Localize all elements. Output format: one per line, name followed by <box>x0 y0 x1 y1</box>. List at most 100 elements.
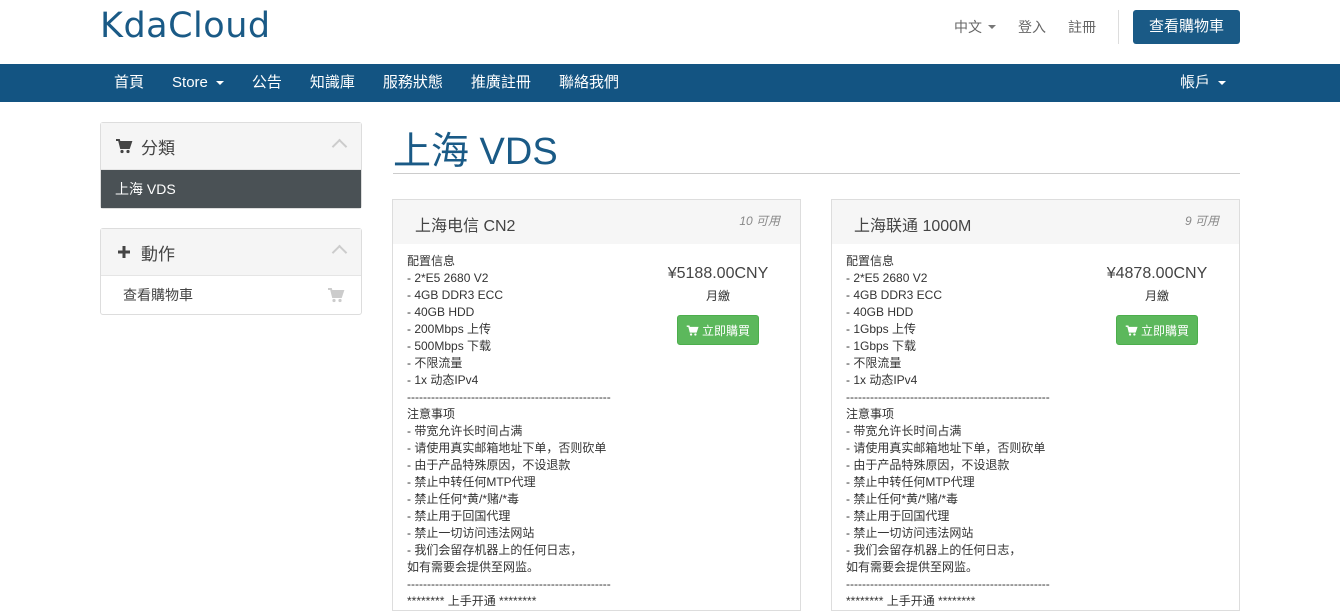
product-availability: 9 可用 <box>1184 214 1219 228</box>
description-line: - 请使用真实邮箱地址下单，否则砍单 <box>407 441 607 455</box>
language-label: 中文 <box>953 19 982 35</box>
categories-panel-title: 分類 <box>141 138 175 158</box>
description-line: - 40GB HDD <box>846 305 914 319</box>
shopping-cart-icon <box>116 139 133 154</box>
header-links: 中文 登入 註冊 查看購物車 <box>932 10 1240 44</box>
nav-item-account[interactable]: 帳戶 <box>1166 64 1240 102</box>
product-price: ¥4878.00CNY <box>1106 265 1208 282</box>
product-header: 上海联通 1000M 9 可用 <box>832 200 1239 244</box>
description-line: - 4GB DDR3 ECC <box>846 288 943 302</box>
category-item-shanghai-vds[interactable]: 上海 VDS <box>101 170 361 208</box>
plus-icon <box>118 246 130 258</box>
description-line: ******** 上手开通 ******** <box>407 594 537 608</box>
product-card: 上海电信 CN2 10 可用 配置信息 - 2*E5 2680 V2 - 4GB D… <box>392 199 801 611</box>
billing-cycle: 月繳 <box>1144 289 1169 303</box>
description-line: - 禁止用于回国代理 <box>407 509 511 523</box>
description-line: - 禁止任何*黄/*赌/*毒 <box>846 492 959 506</box>
description-line: ----------------------------------------… <box>846 577 1050 591</box>
nav-item-affiliates[interactable]: 推廣註冊 <box>457 64 545 102</box>
order-now-button[interactable]: 立即購買 <box>676 315 759 345</box>
description-line: ******** 上手开通 ******** <box>846 594 976 608</box>
chevron-up-icon[interactable] <box>331 244 348 261</box>
order-now-label: 立即購買 <box>701 323 750 338</box>
product-description: 配置信息 - 2*E5 2680 V2 - 4GB DDR3 ECC - 40GB H… <box>407 253 657 610</box>
billing-cycle: 月繳 <box>705 289 730 303</box>
description-line: - 禁止中转任何MTP代理 <box>846 475 975 489</box>
description-line: - 带宽允许长时间占满 <box>846 424 962 438</box>
description-line: 如有需要会提供至网监。 <box>846 560 979 574</box>
order-now-button[interactable]: 立即購買 <box>1115 315 1198 345</box>
description-line: - 禁止中转任何MTP代理 <box>407 475 536 489</box>
site-header: KdaCloud 中文 登入 註冊 查看購物車 <box>0 0 1340 64</box>
description-line: - 200Mbps 上传 <box>407 322 492 336</box>
description-line: - 2*E5 2680 V2 <box>846 271 928 285</box>
description-line: - 1Gbps 上传 <box>846 322 917 336</box>
actions-panel-header[interactable]: 動作 <box>101 229 361 276</box>
description-line: - 禁止一切访问违法网站 <box>407 526 535 540</box>
description-line: - 由于产品特殊原因，不设退款 <box>846 458 1010 472</box>
action-view-cart-label: 查看購物車 <box>123 287 193 303</box>
description-line: 配置信息 <box>846 254 895 268</box>
description-line: 配置信息 <box>407 254 456 268</box>
description-line: - 4GB DDR3 ECC <box>407 288 504 302</box>
product-price: ¥5188.00CNY <box>667 265 769 282</box>
product-header: 上海电信 CN2 10 可用 <box>393 200 800 244</box>
actions-panel: 動作 查看購物車 <box>100 228 362 315</box>
register-link[interactable]: 註冊 <box>1068 17 1096 37</box>
description-line: ----------------------------------------… <box>846 390 1050 404</box>
description-line: - 1x 动态IPv4 <box>846 373 918 387</box>
shopping-cart-icon <box>686 324 699 336</box>
shopping-cart-icon <box>1125 324 1138 336</box>
product-pricing: ¥5188.00CNY 月繳 立即購買 <box>655 265 781 345</box>
categories-panel: 分類 上海 VDS <box>100 122 362 209</box>
login-link[interactable]: 登入 <box>1018 17 1046 37</box>
description-line: - 我们会留存机器上的任何日志， <box>846 543 1022 557</box>
description-line: - 由于产品特殊原因，不设退款 <box>407 458 571 472</box>
caret-down-icon <box>215 81 224 85</box>
description-line: - 请使用真实邮箱地址下单，否则砍单 <box>846 441 1046 455</box>
language-dropdown[interactable]: 中文 <box>954 17 996 37</box>
product-description: 配置信息 - 2*E5 2680 V2 - 4GB DDR3 ECC - 40GB H… <box>846 253 1096 610</box>
description-line: - 40GB HDD <box>407 305 475 319</box>
description-line: 注意事项 <box>846 407 895 421</box>
description-line: 如有需要会提供至网监。 <box>407 560 540 574</box>
description-line: - 禁止用于回国代理 <box>846 509 950 523</box>
product-name: 上海电信 CN2 <box>415 218 516 235</box>
nav-item-contact[interactable]: 聯絡我們 <box>545 64 633 102</box>
product-card: 上海联通 1000M 9 可用 配置信息 - 2*E5 2680 V2 - 4GB … <box>831 199 1240 611</box>
nav-item-knowledgebase[interactable]: 知識庫 <box>296 64 369 102</box>
product-name: 上海联通 1000M <box>854 218 972 235</box>
product-availability: 10 可用 <box>739 214 780 228</box>
description-line: ----------------------------------------… <box>407 577 611 591</box>
caret-down-icon <box>987 25 996 29</box>
description-line: - 500Mbps 下载 <box>407 339 492 353</box>
product-pricing: ¥4878.00CNY 月繳 立即購買 <box>1094 265 1220 345</box>
chevron-up-icon[interactable] <box>331 138 348 155</box>
nav-items: 首頁 Store 公告 知識庫 服務狀態 推廣註冊 聯絡我們 <box>100 64 633 102</box>
nav-item-announcements[interactable]: 公告 <box>238 64 296 102</box>
nav-item-store-label: Store <box>172 74 208 91</box>
description-line: - 我们会留存机器上的任何日志， <box>407 543 583 557</box>
action-view-cart[interactable]: 查看購物車 <box>101 276 361 314</box>
caret-down-icon <box>1218 81 1226 85</box>
description-line: - 禁止一切访问违法网站 <box>846 526 974 540</box>
nav-item-store[interactable]: Store <box>158 64 238 102</box>
description-line: - 2*E5 2680 V2 <box>407 271 489 285</box>
main-navbar: 首頁 Store 公告 知識庫 服務狀態 推廣註冊 聯絡我們 帳戶 <box>0 64 1340 102</box>
shopping-cart-icon <box>328 288 345 303</box>
nav-item-home[interactable]: 首頁 <box>100 64 158 102</box>
description-line: - 不限流量 <box>407 356 463 370</box>
page-title: 上海 VDS <box>393 131 558 173</box>
description-line: - 禁止任何*黄/*赌/*毒 <box>407 492 520 506</box>
description-line: - 不限流量 <box>846 356 902 370</box>
view-cart-button[interactable]: 查看購物車 <box>1132 10 1240 44</box>
description-line: - 1x 动态IPv4 <box>407 373 479 387</box>
categories-panel-header[interactable]: 分類 <box>101 123 361 170</box>
site-logo[interactable]: KdaCloud <box>100 6 271 46</box>
description-line: ----------------------------------------… <box>407 390 611 404</box>
actions-panel-title: 動作 <box>141 244 175 264</box>
title-divider <box>393 173 1240 174</box>
nav-item-server-status[interactable]: 服務狀態 <box>369 64 457 102</box>
header-divider <box>1117 10 1119 44</box>
order-now-label: 立即購買 <box>1140 323 1189 338</box>
